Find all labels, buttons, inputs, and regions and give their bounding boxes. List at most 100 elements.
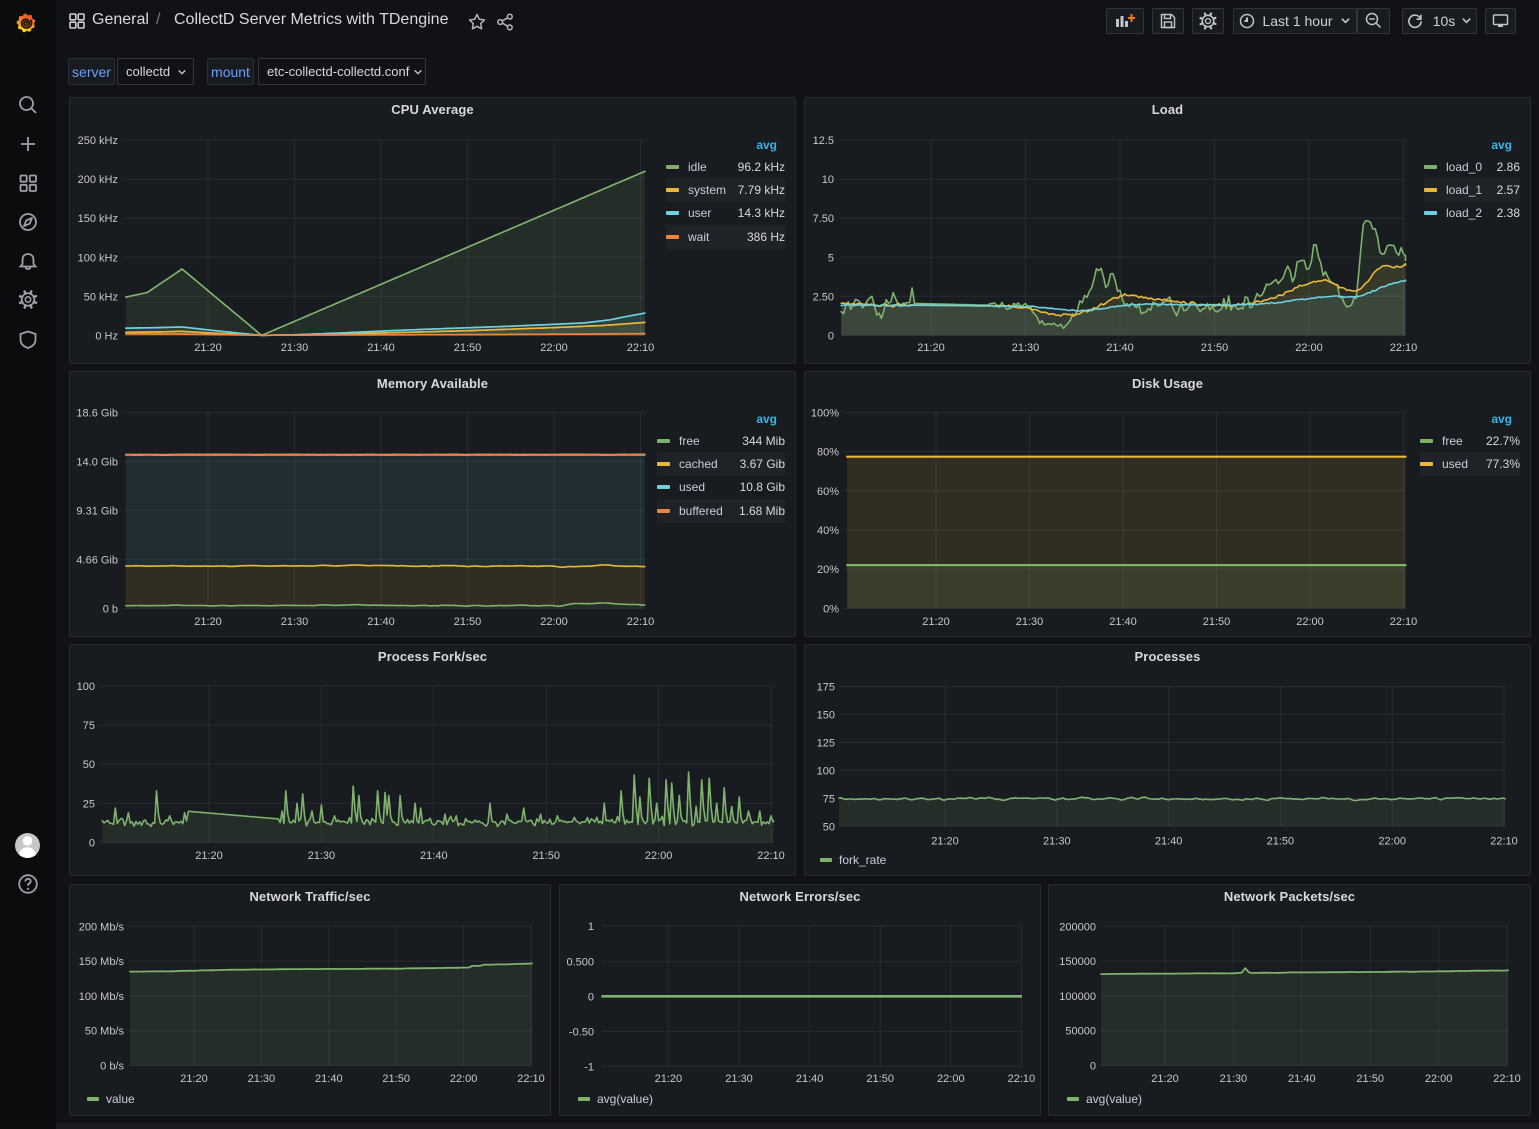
- svg-text:22:00: 22:00: [450, 1073, 478, 1085]
- svg-text:200000: 200000: [1059, 921, 1096, 933]
- svg-text:0 Hz: 0 Hz: [95, 330, 118, 342]
- svg-text:22:10: 22:10: [757, 850, 785, 862]
- svg-text:21:40: 21:40: [420, 850, 448, 862]
- svg-text:100 kHz: 100 kHz: [78, 252, 118, 264]
- svg-text:100: 100: [817, 765, 835, 777]
- svg-text:0 b: 0 b: [103, 603, 118, 615]
- svg-text:21:40: 21:40: [1106, 342, 1134, 354]
- svg-text:22:00: 22:00: [540, 616, 568, 628]
- svg-text:21:50: 21:50: [1267, 836, 1295, 848]
- svg-text:250 kHz: 250 kHz: [78, 135, 118, 147]
- svg-text:22:00: 22:00: [540, 342, 568, 354]
- svg-text:100%: 100%: [811, 407, 839, 419]
- svg-text:40%: 40%: [817, 525, 839, 537]
- svg-text:150 kHz: 150 kHz: [78, 213, 118, 225]
- svg-text:21:40: 21:40: [315, 1073, 343, 1085]
- svg-text:50 Mb/s: 50 Mb/s: [85, 1026, 125, 1038]
- svg-text:22:10: 22:10: [627, 342, 655, 354]
- svg-text:21:50: 21:50: [454, 616, 482, 628]
- svg-text:21:30: 21:30: [281, 342, 309, 354]
- svg-text:2.50: 2.50: [813, 291, 834, 303]
- svg-text:-0.50: -0.50: [569, 1026, 594, 1038]
- svg-text:21:40: 21:40: [1109, 616, 1137, 628]
- svg-text:200 kHz: 200 kHz: [78, 174, 118, 186]
- svg-text:21:20: 21:20: [194, 616, 222, 628]
- svg-text:50 kHz: 50 kHz: [84, 291, 118, 303]
- svg-text:0: 0: [1090, 1061, 1096, 1073]
- svg-text:22:10: 22:10: [1390, 342, 1418, 354]
- svg-text:100 Mb/s: 100 Mb/s: [79, 991, 125, 1003]
- svg-text:0: 0: [89, 837, 95, 849]
- svg-text:175: 175: [817, 682, 835, 694]
- svg-text:21:20: 21:20: [655, 1073, 683, 1085]
- svg-text:1: 1: [588, 921, 594, 933]
- svg-text:100: 100: [77, 681, 95, 693]
- svg-text:21:40: 21:40: [1155, 836, 1183, 848]
- svg-text:25: 25: [83, 798, 95, 810]
- svg-text:20%: 20%: [817, 564, 839, 576]
- svg-text:150 Mb/s: 150 Mb/s: [79, 956, 125, 968]
- svg-text:21:30: 21:30: [1043, 836, 1071, 848]
- svg-text:21:20: 21:20: [922, 616, 950, 628]
- svg-text:22:00: 22:00: [937, 1073, 965, 1085]
- svg-text:21:50: 21:50: [1203, 616, 1231, 628]
- svg-text:50: 50: [83, 759, 95, 771]
- svg-text:150: 150: [817, 710, 835, 722]
- svg-text:0: 0: [828, 330, 834, 342]
- svg-text:22:10: 22:10: [627, 616, 655, 628]
- svg-text:9.31 Gib: 9.31 Gib: [76, 505, 118, 517]
- svg-text:22:00: 22:00: [1378, 836, 1406, 848]
- svg-text:0%: 0%: [823, 603, 839, 615]
- svg-text:22:10: 22:10: [1490, 836, 1518, 848]
- svg-text:80%: 80%: [817, 447, 839, 459]
- svg-text:150000: 150000: [1059, 956, 1096, 968]
- svg-text:22:00: 22:00: [1296, 616, 1324, 628]
- svg-text:21:20: 21:20: [195, 850, 223, 862]
- svg-text:21:40: 21:40: [367, 616, 395, 628]
- svg-text:21:30: 21:30: [725, 1073, 753, 1085]
- svg-text:75: 75: [83, 720, 95, 732]
- svg-text:50000: 50000: [1065, 1026, 1096, 1038]
- svg-text:7.50: 7.50: [813, 213, 834, 225]
- svg-text:0 b/s: 0 b/s: [100, 1061, 124, 1073]
- svg-text:200 Mb/s: 200 Mb/s: [79, 921, 125, 933]
- svg-text:125: 125: [817, 738, 835, 750]
- svg-text:21:50: 21:50: [1356, 1073, 1384, 1085]
- svg-text:22:10: 22:10: [1008, 1073, 1036, 1085]
- svg-text:0: 0: [588, 991, 594, 1003]
- svg-text:21:30: 21:30: [248, 1073, 276, 1085]
- svg-text:21:20: 21:20: [180, 1073, 208, 1085]
- svg-text:14.0 Gib: 14.0 Gib: [76, 456, 118, 468]
- svg-text:21:50: 21:50: [532, 850, 560, 862]
- svg-text:75: 75: [823, 793, 835, 805]
- svg-text:21:20: 21:20: [1151, 1073, 1179, 1085]
- svg-text:21:30: 21:30: [1220, 1073, 1248, 1085]
- svg-text:21:40: 21:40: [367, 342, 395, 354]
- svg-text:21:20: 21:20: [194, 342, 222, 354]
- svg-text:22:10: 22:10: [517, 1073, 545, 1085]
- svg-text:60%: 60%: [817, 486, 839, 498]
- svg-text:-1: -1: [584, 1061, 594, 1073]
- svg-text:50: 50: [823, 821, 835, 833]
- svg-text:10: 10: [822, 174, 834, 186]
- svg-text:22:00: 22:00: [1425, 1073, 1453, 1085]
- svg-text:22:00: 22:00: [1295, 342, 1323, 354]
- svg-text:22:10: 22:10: [1493, 1073, 1521, 1085]
- svg-text:100000: 100000: [1059, 991, 1096, 1003]
- svg-text:22:00: 22:00: [645, 850, 673, 862]
- svg-text:4.66 Gib: 4.66 Gib: [76, 554, 118, 566]
- svg-text:21:20: 21:20: [917, 342, 945, 354]
- svg-text:22:10: 22:10: [1390, 616, 1418, 628]
- svg-text:21:30: 21:30: [1016, 616, 1044, 628]
- svg-text:21:50: 21:50: [454, 342, 482, 354]
- svg-text:21:50: 21:50: [382, 1073, 410, 1085]
- svg-text:21:20: 21:20: [931, 836, 959, 848]
- svg-text:0.500: 0.500: [566, 957, 594, 969]
- svg-text:5: 5: [828, 252, 834, 264]
- svg-text:21:40: 21:40: [796, 1073, 824, 1085]
- svg-text:21:30: 21:30: [308, 850, 336, 862]
- svg-text:21:50: 21:50: [866, 1073, 894, 1085]
- svg-text:21:30: 21:30: [1012, 342, 1040, 354]
- svg-text:21:30: 21:30: [281, 616, 309, 628]
- svg-text:18.6 Gib: 18.6 Gib: [76, 407, 118, 419]
